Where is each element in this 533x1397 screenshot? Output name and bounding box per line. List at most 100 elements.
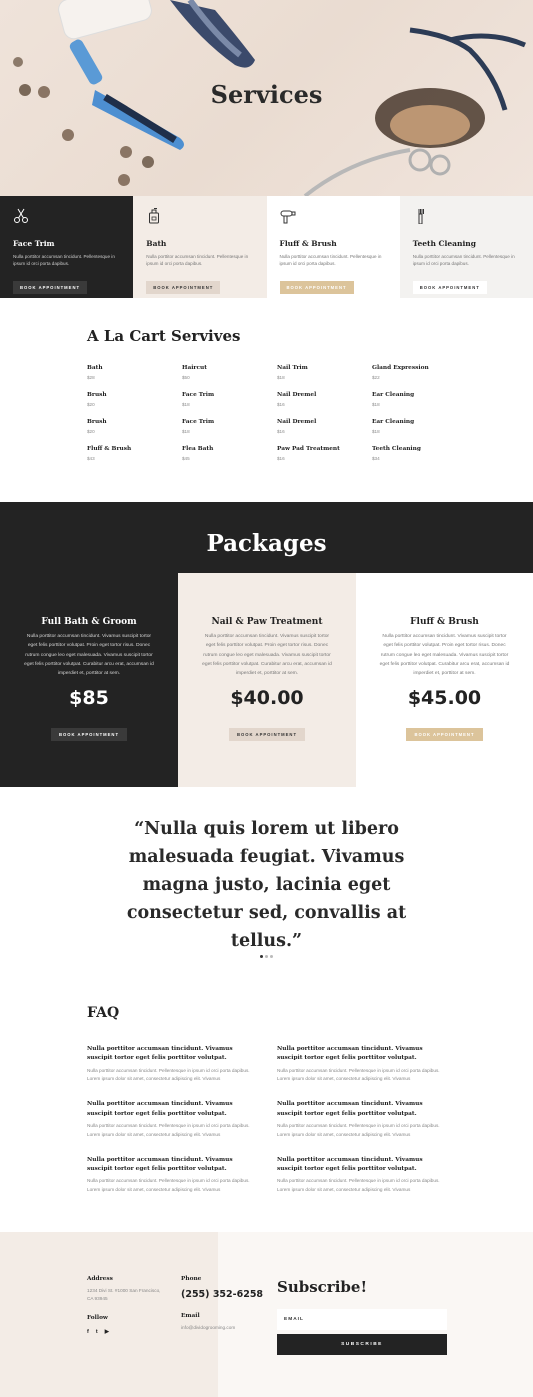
faq-section: FAQ Nulla porttitor accumsan tincidunt. … — [0, 975, 533, 1232]
price-item: Brush $20 — [87, 392, 182, 409]
price-item-name: Face Trim — [182, 419, 215, 425]
price-item-price: $34 — [372, 456, 380, 461]
subscribe-title: Subscribe! — [277, 1278, 368, 1296]
book-appointment-button[interactable]: BOOK APPOINTMENT — [228, 727, 306, 741]
price-item: Paw Pad Treatment $16 — [277, 446, 372, 463]
packages-section: Full Bath & Groom Nulla porttitor accums… — [0, 502, 533, 787]
price-item: Bath $28 — [87, 365, 182, 382]
price-item: Face Trim $18 — [182, 392, 277, 409]
price-item-name: Gland Expression — [372, 365, 429, 371]
follow-label: Follow — [87, 1315, 108, 1321]
package-description: Nulla porttitor accumsan tincidunt. Viva… — [24, 634, 154, 677]
packages-header: Packages — [0, 502, 533, 573]
price-item-name: Nail Dremel — [277, 392, 317, 398]
twitter-icon[interactable]: t — [96, 1329, 98, 1335]
youtube-icon[interactable]: ▶ — [105, 1329, 109, 1335]
book-appointment-button[interactable]: BOOK APPOINTMENT — [146, 280, 221, 294]
a-la-cart-grid: Bath $28 Haircut $50 Nail Trim $18 Gland Ex… — [87, 365, 447, 463]
faq-answer: Nulla porttitor accumsan tincidunt. Pell… — [277, 1067, 440, 1082]
price-item: Teeth Cleaning $34 — [372, 446, 447, 463]
service-card-text: Nulla porttitor accumsan tincidunt. Pell… — [13, 254, 115, 267]
service-card-title: Fluff & Brush — [279, 239, 337, 248]
faq-answer: Nulla porttitor accumsan tincidunt. Pell… — [87, 1122, 250, 1137]
email-input[interactable] — [277, 1309, 447, 1330]
faq-answer: Nulla porttitor accumsan tincidunt. Pell… — [277, 1122, 440, 1137]
price-item-name: Face Trim — [182, 392, 215, 398]
price-item-name: Fluff & Brush — [87, 446, 132, 452]
package-card-nail-paw: Nail & Paw Treatment Nulla porttitor acc… — [178, 573, 356, 787]
phone-number[interactable]: (255) 352-6258 — [181, 1289, 263, 1300]
section-title: A La Cart Servives — [87, 327, 241, 345]
faq-item: Nulla porttitor accumsan tincidunt. Viva… — [87, 1156, 257, 1195]
price-item: Flea Bath $45 — [182, 446, 277, 463]
price-item: Nail Trim $18 — [277, 365, 372, 382]
slider-dot[interactable] — [260, 955, 263, 958]
subscribe-button[interactable]: SUBSCRIBE — [277, 1334, 447, 1355]
service-card-text: Nulla porttitor accumsan tincidunt. Pell… — [412, 254, 515, 267]
price-item-name: Nail Trim — [277, 365, 308, 371]
package-title: Full Bath & Groom — [41, 617, 137, 627]
phone-label: Phone — [181, 1276, 202, 1282]
price-item-name: Paw Pad Treatment — [277, 446, 340, 452]
price-item-price: $22 — [372, 375, 380, 380]
price-item-name: Haircut — [182, 365, 207, 371]
service-card-text: Nulla porttitor accumsan tincidunt. Pell… — [279, 254, 382, 267]
scissors-icon — [14, 208, 28, 223]
price-item-price: $16 — [277, 456, 285, 461]
book-appointment-button[interactable]: BOOK APPOINTMENT — [13, 280, 88, 294]
book-appointment-button[interactable]: BOOK APPOINTMENT — [279, 280, 354, 294]
section-title: FAQ — [87, 1005, 120, 1021]
faq-question: Nulla porttitor accumsan tincidunt. Viva… — [87, 1046, 233, 1062]
faq-item: Nulla porttitor accumsan tincidunt. Viva… — [277, 1156, 447, 1195]
service-card-text: Nulla porttitor accumsan tincidunt. Pell… — [146, 254, 249, 267]
faq-answer: Nulla porttitor accumsan tincidunt. Pell… — [277, 1178, 440, 1193]
faq-item: Nulla porttitor accumsan tincidunt. Viva… — [277, 1045, 447, 1084]
price-item-price: $20 — [87, 429, 95, 434]
price-item-name: Brush — [87, 419, 107, 425]
service-card-teeth-cleaning: Teeth Cleaning Nulla porttitor accumsan … — [399, 196, 533, 298]
price-item-price: $20 — [87, 402, 95, 407]
price-item-name: Nail Dremel — [277, 419, 317, 425]
price-item: Brush $20 — [87, 419, 182, 436]
faq-question: Nulla porttitor accumsan tincidunt. Viva… — [277, 1046, 423, 1062]
book-appointment-button[interactable]: BOOK APPOINTMENT — [412, 280, 487, 294]
footer: Address 1234 Divi St. #1000 San Francisc… — [0, 1232, 533, 1397]
price-item: Ear Cleaning $18 — [372, 392, 447, 409]
faq-item: Nulla porttitor accumsan tincidunt. Viva… — [87, 1100, 257, 1139]
toothbrush-icon — [418, 209, 424, 225]
price-item-price: $18 — [277, 375, 285, 380]
book-appointment-button[interactable]: BOOK APPOINTMENT — [406, 727, 483, 741]
package-price: $85 — [69, 686, 109, 709]
price-item-price: $18 — [182, 429, 190, 434]
testimonial-quote: “Nulla quis lorem ut libero malesuada fe… — [126, 819, 407, 951]
price-item-price: $18 — [372, 402, 380, 407]
book-appointment-button[interactable]: BOOK APPOINTMENT — [50, 727, 128, 741]
package-description: Nulla porttitor accumsan tincidunt. Viva… — [379, 634, 510, 677]
price-item: Ear Cleaning $18 — [372, 419, 447, 436]
slider-dot[interactable] — [270, 955, 273, 958]
faq-item: Nulla porttitor accumsan tincidunt. Viva… — [277, 1100, 447, 1139]
facebook-icon[interactable]: f — [87, 1329, 89, 1335]
email-label: Email — [181, 1313, 200, 1319]
faq-item: Nulla porttitor accumsan tincidunt. Viva… — [87, 1045, 257, 1084]
service-card-face-trim: Face Trim Nulla porttitor accumsan tinci… — [0, 196, 134, 298]
price-item-price: $16 — [277, 429, 285, 434]
package-card-fluff-brush: Fluff & Brush Nulla porttitor accumsan t… — [356, 573, 533, 787]
slider-dots — [0, 945, 533, 963]
faq-grid: Nulla porttitor accumsan tincidunt. Viva… — [87, 1045, 447, 1195]
page-title: Services — [210, 80, 323, 109]
hair-dryer-icon — [280, 210, 295, 224]
price-item-name: Ear Cleaning — [372, 419, 415, 425]
price-item-price: $28 — [87, 375, 95, 380]
address-text: 1234 Divi St. #1000 San Francisco, CA 93… — [87, 1288, 161, 1301]
price-item-price: $18 — [182, 402, 190, 407]
shampoo-bottle-icon — [149, 208, 160, 224]
faq-answer: Nulla porttitor accumsan tincidunt. Pell… — [87, 1067, 250, 1082]
package-price: $45.00 — [407, 686, 482, 709]
service-cards: Face Trim Nulla porttitor accumsan tinci… — [0, 196, 533, 298]
slider-dot[interactable] — [265, 955, 268, 958]
social-links: f t ▶ — [87, 1329, 109, 1335]
a-la-cart-section: A La Cart Servives Bath $28 Haircut $50 Na… — [0, 298, 533, 502]
package-price: $40.00 — [230, 686, 304, 709]
email-address[interactable]: info@dividogrooming.com — [181, 1324, 235, 1332]
